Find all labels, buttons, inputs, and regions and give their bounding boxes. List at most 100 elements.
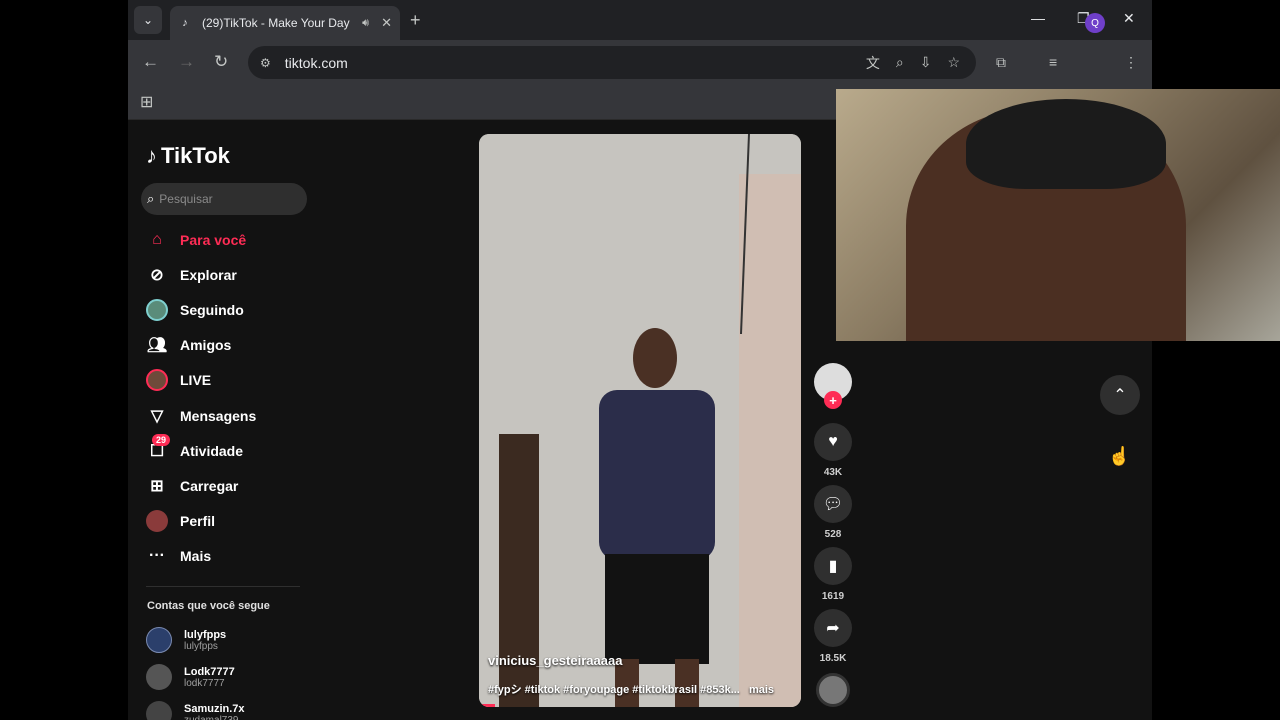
music-disc-icon[interactable]: [816, 673, 850, 707]
save-action[interactable]: ▮ 1619: [814, 547, 852, 602]
nav-item-mensagens[interactable]: ▽ Mensagens: [146, 404, 256, 428]
close-tab-icon[interactable]: ✕: [381, 15, 392, 31]
nav-item-carregar[interactable]: ⊞ Carregar: [146, 474, 238, 498]
comment-action[interactable]: 💬︎ 528: [814, 485, 852, 540]
nav-label: Mais: [180, 548, 212, 564]
install-icon[interactable]: ⇩: [920, 54, 932, 71]
video-progress-bar[interactable]: [479, 704, 496, 707]
bookmark-star-icon[interactable]: ☆: [947, 54, 960, 71]
video-frame: [479, 134, 801, 707]
following-account[interactable]: Lodk7777 lodk7777: [146, 664, 235, 690]
back-icon[interactable]: ←: [142, 52, 159, 72]
comment-icon[interactable]: 💬︎: [814, 485, 852, 523]
account-name: Samuzin.7x: [184, 702, 245, 715]
video-description: #fypシ #tiktok #foryoupage #tiktokbrasil …: [488, 681, 774, 697]
tab-search-button[interactable]: ⌄: [134, 6, 162, 34]
nav-item-explorar[interactable]: ⊘ Explorar: [146, 263, 237, 287]
nav-label: Mensagens: [180, 408, 257, 424]
tiktok-logo-text: TikTok: [161, 143, 230, 168]
site-info-icon[interactable]: ⚙: [260, 56, 271, 70]
follow-plus-icon[interactable]: +: [824, 391, 842, 409]
nav-label: LIVE: [180, 372, 212, 388]
share-count: 18.5K: [819, 653, 847, 664]
compass-icon: ⊘: [150, 267, 164, 284]
account-handle: lulyfpps: [184, 640, 218, 652]
nav-item-perfil[interactable]: Perfil: [146, 509, 215, 533]
nav-label: Amigos: [180, 337, 232, 353]
account-name: Lodk7777: [184, 665, 235, 678]
share-action[interactable]: ➦ 18.5K: [814, 609, 852, 664]
reload-icon[interactable]: ↻: [214, 52, 228, 72]
search-input[interactable]: ⌕ Pesquisar: [141, 183, 307, 215]
nav-label: Explorar: [180, 267, 237, 283]
following-account[interactable]: lulyfpps lulyfpps: [146, 627, 226, 653]
translate-icon[interactable]: 文: [866, 53, 880, 73]
url-text: tiktok.com: [284, 54, 348, 71]
sidebar-divider: [146, 586, 300, 587]
heart-icon[interactable]: ♥: [814, 423, 852, 461]
webcam-cap-image: [966, 99, 1166, 189]
search-icon: ⌕: [147, 191, 155, 206]
zoom-icon[interactable]: ⌕: [896, 54, 904, 71]
video-author[interactable]: vinicius_gesteiraaaaa: [488, 653, 622, 668]
minimize-icon[interactable]: —: [1031, 10, 1045, 26]
nav-label: Seguindo: [180, 302, 244, 318]
tab-tiktok[interactable]: ♪ (29)TikTok - Make Your Day 🔊︎ ✕: [170, 6, 400, 40]
account-avatar: [146, 664, 172, 690]
nav-label: Carregar: [180, 478, 239, 494]
share-icon[interactable]: ➦: [814, 609, 852, 647]
apps-grid-icon[interactable]: ⊞: [140, 92, 153, 112]
live-avatar-icon: [146, 369, 168, 391]
address-bar[interactable]: ⚙ tiktok.com 文 ⌕ ⇩ ☆: [248, 46, 976, 79]
bookmark-icon[interactable]: ▮: [814, 547, 852, 585]
nav-item-seguindo[interactable]: Seguindo: [146, 298, 244, 322]
account-name: lulyfpps: [184, 628, 227, 641]
profile-avatar-icon: [146, 510, 168, 532]
more-icon: ···: [149, 547, 165, 564]
profile-avatar-button[interactable]: Q: [1085, 13, 1105, 33]
video-more-link[interactable]: mais: [749, 684, 774, 696]
account-handle: zudamal739: [184, 714, 239, 720]
account-avatar: [146, 627, 172, 653]
following-account[interactable]: Samuzin.7x zudamal739: [146, 701, 245, 720]
messages-icon: ▽: [150, 408, 164, 425]
video-hashtags[interactable]: #fypシ #tiktok #foryoupage #tiktokbrasil …: [488, 684, 740, 696]
friends-icon: 👥︎: [146, 337, 168, 354]
nav-item-live[interactable]: LIVE: [146, 368, 211, 392]
nav-item-amigos[interactable]: 👥︎ Amigos: [146, 333, 232, 357]
home-icon: ⌂: [152, 231, 162, 248]
like-action[interactable]: ♥ 43K: [814, 423, 852, 478]
nav-label: Para você: [180, 232, 247, 248]
account-handle: lodk7777: [184, 677, 225, 689]
activity-icon: ☐ 29: [146, 434, 171, 462]
upload-icon: ⊞: [150, 478, 164, 495]
tab-strip: ⌄ ♪ (29)TikTok - Make Your Day 🔊︎ ✕ + — …: [128, 0, 1152, 40]
close-window-icon[interactable]: ✕: [1123, 10, 1135, 27]
account-avatar: [146, 701, 172, 720]
following-avatar-icon: [146, 299, 168, 321]
menu-kebab-icon[interactable]: ⋮: [1124, 54, 1138, 71]
video-player[interactable]: vinicius_gesteiraaaaa #fypシ #tiktok #for…: [479, 134, 801, 707]
search-placeholder: Pesquisar: [159, 192, 213, 206]
activity-badge: 29: [152, 434, 171, 446]
new-tab-button[interactable]: +: [410, 10, 421, 31]
nav-item-para-voce[interactable]: ⌂ Para você: [146, 228, 246, 252]
browser-toolbar: ← → ↻ ⚙ tiktok.com 文 ⌕ ⇩ ☆ ⧉ ≡ ⋮: [128, 40, 1152, 84]
nav-item-atividade[interactable]: ☐ 29 Atividade: [146, 434, 244, 463]
save-count: 1619: [821, 591, 845, 602]
tiktok-note-icon: ♪: [146, 143, 157, 168]
comment-count: 528: [824, 529, 842, 540]
nav-item-mais[interactable]: ··· Mais: [146, 544, 211, 568]
like-count: 43K: [823, 467, 843, 478]
speaker-icon[interactable]: 🔊︎: [362, 17, 369, 30]
nav-label: Atividade: [180, 443, 244, 459]
tiktok-favicon-icon: ♪: [182, 17, 188, 29]
tiktok-logo[interactable]: ♪ TikTok: [146, 143, 230, 169]
previous-video-button[interactable]: ⌃: [1100, 375, 1140, 415]
media-control-icon[interactable]: ≡: [1049, 54, 1057, 70]
forward-icon[interactable]: →: [178, 52, 195, 72]
hand-cursor-icon: ☝: [1108, 446, 1131, 466]
tab-title: (29)TikTok - Make Your Day: [202, 16, 350, 30]
following-accounts-heading: Contas que você segue: [147, 600, 270, 612]
extensions-icon[interactable]: ⧉: [996, 54, 1006, 71]
